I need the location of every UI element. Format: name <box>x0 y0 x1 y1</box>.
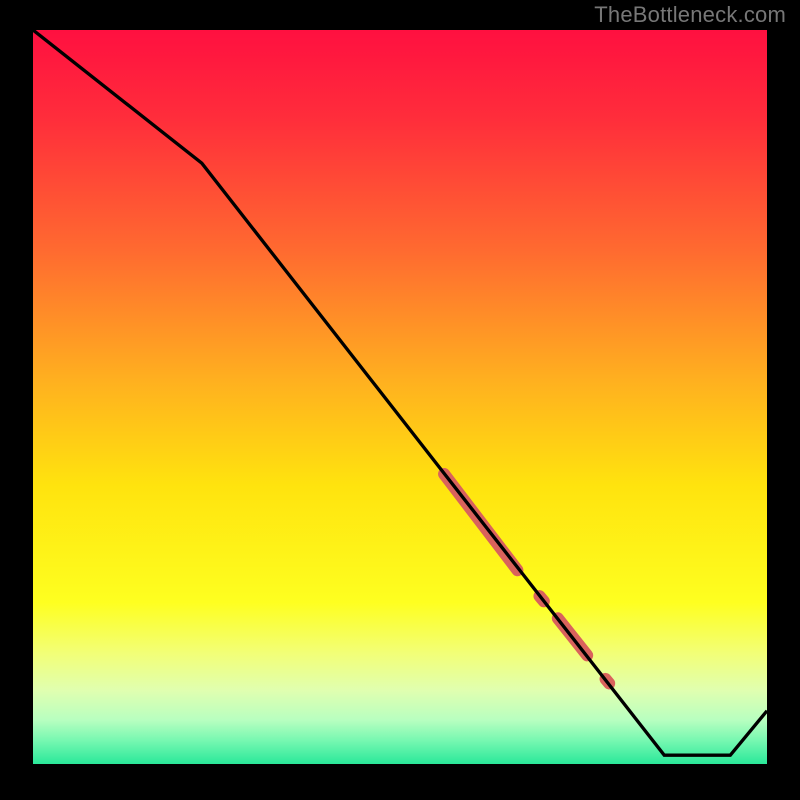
main-curve <box>33 30 767 755</box>
plot-area <box>33 30 767 770</box>
chart-frame: TheBottleneck.com <box>0 0 800 800</box>
chart-svg <box>33 30 767 770</box>
watermark-text: TheBottleneck.com <box>594 2 786 28</box>
